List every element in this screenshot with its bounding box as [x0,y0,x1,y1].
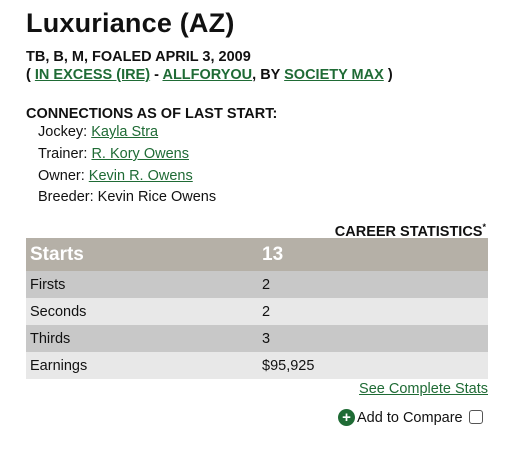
thirds-label: Thirds [26,325,258,352]
owner-link[interactable]: Kevin R. Owens [89,168,193,184]
compare-checkbox[interactable] [468,409,483,424]
owner-row: Owner: Kevin R. Owens [38,168,193,184]
trainer-label: Trainer: [38,146,88,162]
asterisk-note: * [482,222,486,232]
damsire-link[interactable]: SOCIETY MAX [284,67,384,83]
table-row-firsts: Firsts 2 [26,271,488,298]
table-row-earnings: Earnings $95,925 [26,352,488,379]
plus-circle-icon[interactable]: + [338,409,355,426]
add-to-compare-label[interactable]: Add to Compare [357,410,463,426]
see-complete-stats-link[interactable]: See Complete Stats [359,381,488,397]
pedigree-line: ( IN EXCESS (IRE) - ALLFORYOU, BY SOCIET… [26,67,393,83]
table-row-starts: Starts 13 [26,238,488,271]
connections-heading: CONNECTIONS AS OF LAST START: [26,106,278,122]
trainer-row: Trainer: R. Kory Owens [38,146,189,162]
earnings-label: Earnings [26,352,258,379]
owner-label: Owner: [38,168,85,184]
sire-link[interactable]: IN EXCESS (IRE) [35,67,150,83]
foaled-info: TB, B, M, FOALED APRIL 3, 2009 [26,49,251,65]
table-row-thirds: Thirds 3 [26,325,488,352]
by-label: , BY [252,67,281,83]
firsts-label: Firsts [26,271,258,298]
career-stats-table: Starts 13 Firsts 2 Seconds 2 Thirds 3 Ea… [26,238,488,379]
seconds-label: Seconds [26,298,258,325]
jockey-label: Jockey: [38,124,88,140]
firsts-value: 2 [258,271,488,298]
add-to-compare[interactable]: + Add to Compare [338,409,483,426]
open-paren: ( [26,67,31,83]
thirds-value: 3 [258,325,488,352]
dam-link[interactable]: ALLFORYOU [162,67,252,83]
jockey-row: Jockey: Kayla Stra [38,124,158,140]
trainer-link[interactable]: R. Kory Owens [91,146,189,162]
breeder-name: Kevin Rice Owens [97,189,217,205]
seconds-value: 2 [258,298,488,325]
table-row-seconds: Seconds 2 [26,298,488,325]
dash: - [154,67,159,83]
starts-value: 13 [258,238,488,271]
starts-label: Starts [26,238,258,271]
breeder-row: Breeder: Kevin Rice Owens [38,189,216,205]
breeder-label: Breeder: [38,189,94,205]
horse-name-title: Luxuriance (AZ) [26,8,235,38]
jockey-link[interactable]: Kayla Stra [91,124,158,140]
close-paren: ) [387,67,393,83]
earnings-value: $95,925 [258,352,488,379]
